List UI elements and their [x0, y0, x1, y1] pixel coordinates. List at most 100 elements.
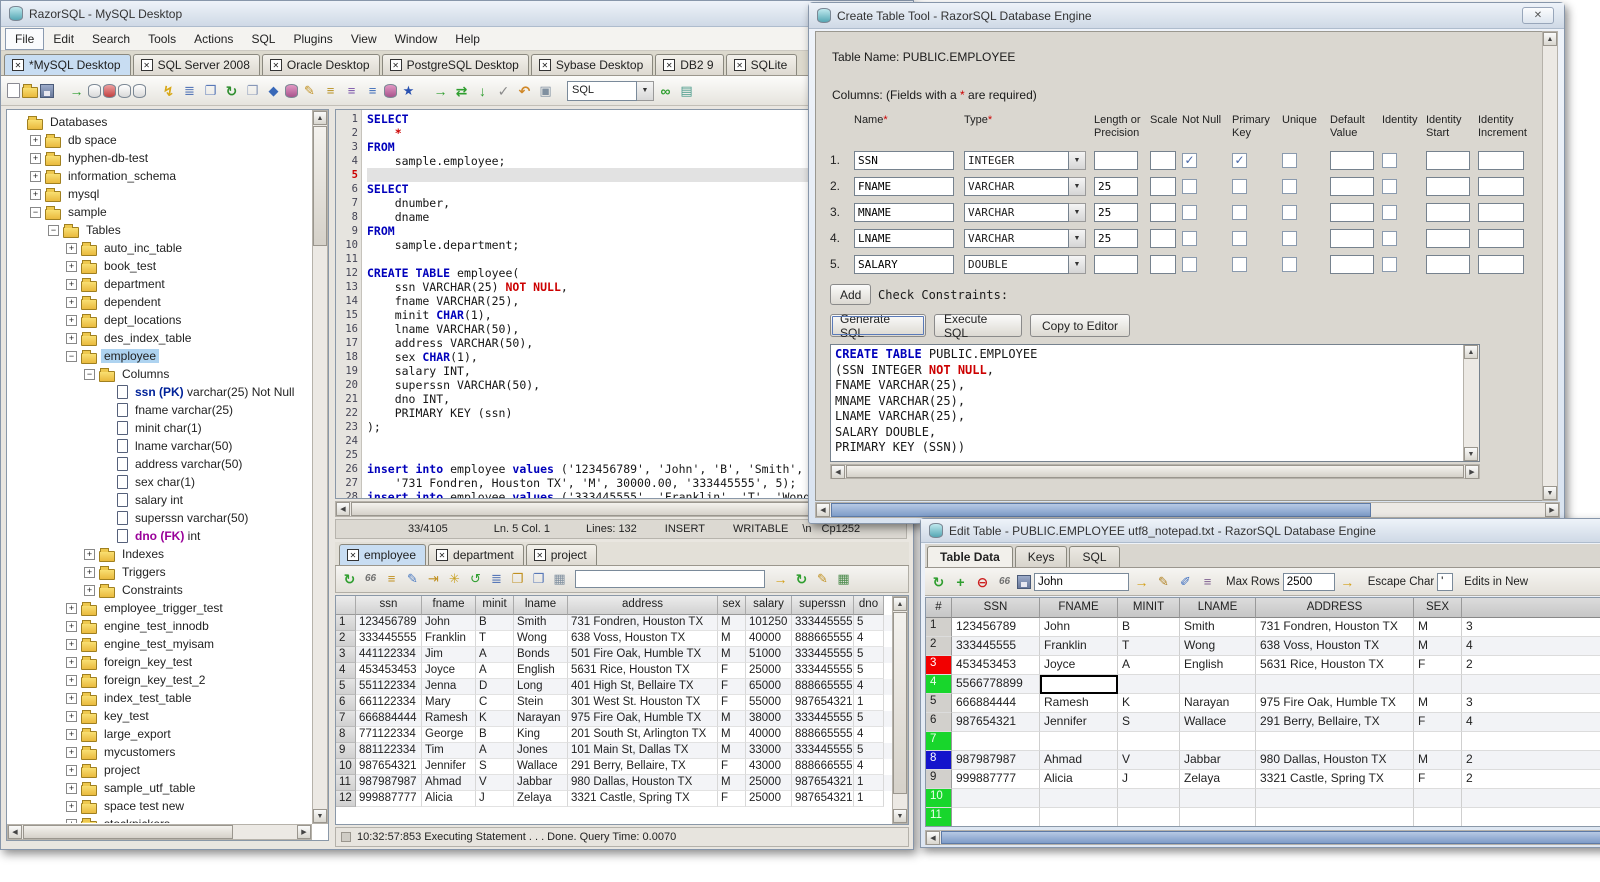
primary-key-checkbox[interactable] — [1232, 204, 1247, 220]
identity-increment-input[interactable] — [1478, 228, 1524, 248]
chevron-down-icon[interactable]: ▼ — [1069, 254, 1086, 274]
chevron-down-icon[interactable]: ▼ — [1069, 150, 1086, 170]
cell[interactable]: John — [422, 615, 476, 631]
cell[interactable]: 980 Dallas, Houston TX — [568, 775, 718, 791]
cell[interactable]: 731 Fondren, Houston TX — [568, 615, 718, 631]
copy-page-icon[interactable]: ❐ — [243, 82, 262, 100]
cell[interactable]: Jim — [422, 647, 476, 663]
chevron-down-icon[interactable]: ▼ — [1069, 176, 1086, 196]
tree-item-triggers[interactable]: + Triggers — [8, 563, 311, 581]
row-number[interactable]: 9 — [926, 770, 952, 789]
cell[interactable]: 5 — [854, 663, 884, 679]
cell[interactable]: 4 — [854, 631, 884, 647]
scroll-down-button[interactable]: ▼ — [1464, 447, 1478, 461]
tree-item-stockpickers[interactable]: + stockpickers — [8, 815, 311, 823]
unique-checkbox[interactable] — [1282, 178, 1297, 194]
tab-table-data[interactable]: Table Data — [927, 546, 1013, 567]
chevron-down-icon[interactable]: ▼ — [637, 80, 654, 101]
cell[interactable]: 291 Berry, Bellaire, TX — [568, 759, 718, 775]
primary-key-checkbox[interactable] — [1232, 230, 1247, 246]
cell[interactable]: Wong — [514, 631, 568, 647]
format-sql-icon[interactable]: ≡ — [321, 82, 340, 100]
scroll-left-button[interactable]: ◀ — [336, 502, 350, 516]
close-tab-icon[interactable]: ✕ — [389, 59, 402, 71]
table-row[interactable]: 9 999887777 Alicia J Zelaya 3321 Castle, Spri… — [926, 770, 1600, 789]
cell[interactable]: 5 — [854, 743, 884, 759]
create-table-titlebar[interactable]: Create Table Tool - RazorSQL Database En… — [809, 3, 1564, 29]
identity-checkbox[interactable] — [1382, 204, 1397, 220]
tree-expander-icon[interactable]: − — [84, 368, 95, 380]
tree-expander-icon[interactable]: + — [66, 692, 77, 704]
close-tab-icon[interactable]: ✕ — [269, 59, 282, 71]
cell[interactable]: 4 — [854, 759, 884, 775]
tree-expander-icon[interactable]: + — [66, 278, 77, 290]
not-null-checkbox[interactable] — [1182, 230, 1197, 246]
table-row[interactable]: 4 453453453 Joyce A English 5631 Rice, Housto… — [336, 663, 908, 679]
cell[interactable]: Jabbar — [514, 775, 568, 791]
tree-expander-icon[interactable]: + — [84, 548, 95, 560]
scroll-up-button[interactable]: ▲ — [1464, 345, 1478, 359]
length-input[interactable] — [1094, 150, 1138, 170]
main-titlebar[interactable]: RazorSQL - MySQL Desktop — [1, 1, 913, 27]
menu-plugins[interactable]: Plugins — [284, 29, 341, 49]
cell[interactable]: 3321 Castle, Spring TX — [1256, 770, 1414, 789]
cell[interactable]: 987654321 — [952, 713, 1040, 732]
execute-sql-button[interactable]: Execute SQL — [934, 312, 1022, 340]
cell[interactable] — [1118, 732, 1180, 751]
edit-table-grid[interactable]: # SSN FNAME MINIT LNAME ADDRESS SEX 1 123456789 J… — [925, 597, 1600, 827]
column-header-fname[interactable]: fname — [422, 596, 476, 615]
identity-checkbox[interactable] — [1382, 178, 1397, 194]
cell[interactable]: 771122334 — [356, 727, 422, 743]
scroll-left-button[interactable]: ◀ — [926, 831, 940, 845]
tree-expander-icon[interactable]: + — [66, 296, 77, 308]
cell[interactable]: F — [1414, 770, 1462, 789]
cell[interactable]: Narayan — [514, 711, 568, 727]
column-header-[interactable]: # — [926, 598, 952, 618]
cell[interactable]: Jennifer — [422, 759, 476, 775]
close-button[interactable]: ✕ — [1522, 7, 1554, 24]
cell[interactable] — [1414, 789, 1462, 808]
column-type-dropdown[interactable]: VARCHAR ▼ — [964, 228, 1086, 248]
cell[interactable] — [1462, 808, 1600, 826]
cell[interactable]: 4 — [854, 727, 884, 743]
cell[interactable]: 666884444 — [356, 711, 422, 727]
cell[interactable]: Smith — [1180, 618, 1256, 637]
scroll-left-button[interactable]: ◀ — [816, 503, 830, 517]
sql-mode-dropdown[interactable]: SQL ▼ — [567, 80, 654, 101]
edit-cell-icon[interactable]: ✐ — [1176, 573, 1195, 591]
cell[interactable]: 123456789 — [356, 615, 422, 631]
scroll-down-button[interactable]: ▼ — [313, 809, 327, 823]
cell[interactable] — [1040, 808, 1118, 826]
cell[interactable]: 453453453 — [356, 663, 422, 679]
cell[interactable] — [1256, 789, 1414, 808]
tree-item-address-varchar-50[interactable]: address varchar(50) — [8, 455, 311, 473]
identity-start-input[interactable] — [1426, 176, 1470, 196]
column-header-sex[interactable]: SEX — [1414, 598, 1462, 618]
tree-expander-icon[interactable]: + — [66, 242, 77, 254]
cell[interactable]: 987654321 — [792, 775, 854, 791]
tree-expander-icon[interactable]: + — [66, 764, 77, 776]
cell[interactable]: Joyce — [422, 663, 476, 679]
tree-item-constraints[interactable]: + Constraints — [8, 581, 311, 599]
column-header-ssn[interactable]: ssn — [356, 596, 422, 615]
tree-item-project[interactable]: + project — [8, 761, 311, 779]
table-row[interactable]: 2 333445555 Franklin T Wong 638 Voss, Houston… — [336, 631, 908, 647]
connection-tab-oracle-desktop[interactable]: ✕ Oracle Desktop — [261, 54, 380, 75]
drop-db-icon[interactable] — [133, 83, 146, 98]
export-grid-icon[interactable]: ▦ — [550, 570, 569, 588]
cell[interactable]: K — [1118, 694, 1180, 713]
identity-start-input[interactable] — [1426, 254, 1470, 274]
row-number[interactable]: 7 — [336, 711, 356, 727]
copy-cell-icon[interactable]: ❐ — [508, 570, 527, 588]
tree-item-space-test-new[interactable]: + space test new — [8, 797, 311, 815]
db-tools-icon[interactable] — [285, 83, 298, 98]
max-rows-go-icon[interactable]: → — [1338, 573, 1357, 591]
save-icon[interactable] — [40, 83, 54, 98]
cell[interactable]: 987987987 — [356, 775, 422, 791]
tree-item-index-test-table[interactable]: + index_test_table — [8, 689, 311, 707]
column-type-dropdown[interactable]: INTEGER ▼ — [964, 150, 1086, 170]
cell[interactable]: 40000 — [746, 631, 792, 647]
tree-item-key-test[interactable]: + key_test — [8, 707, 311, 725]
column-header-fname[interactable]: FNAME — [1040, 598, 1118, 618]
row-number[interactable]: 4 — [336, 663, 356, 679]
